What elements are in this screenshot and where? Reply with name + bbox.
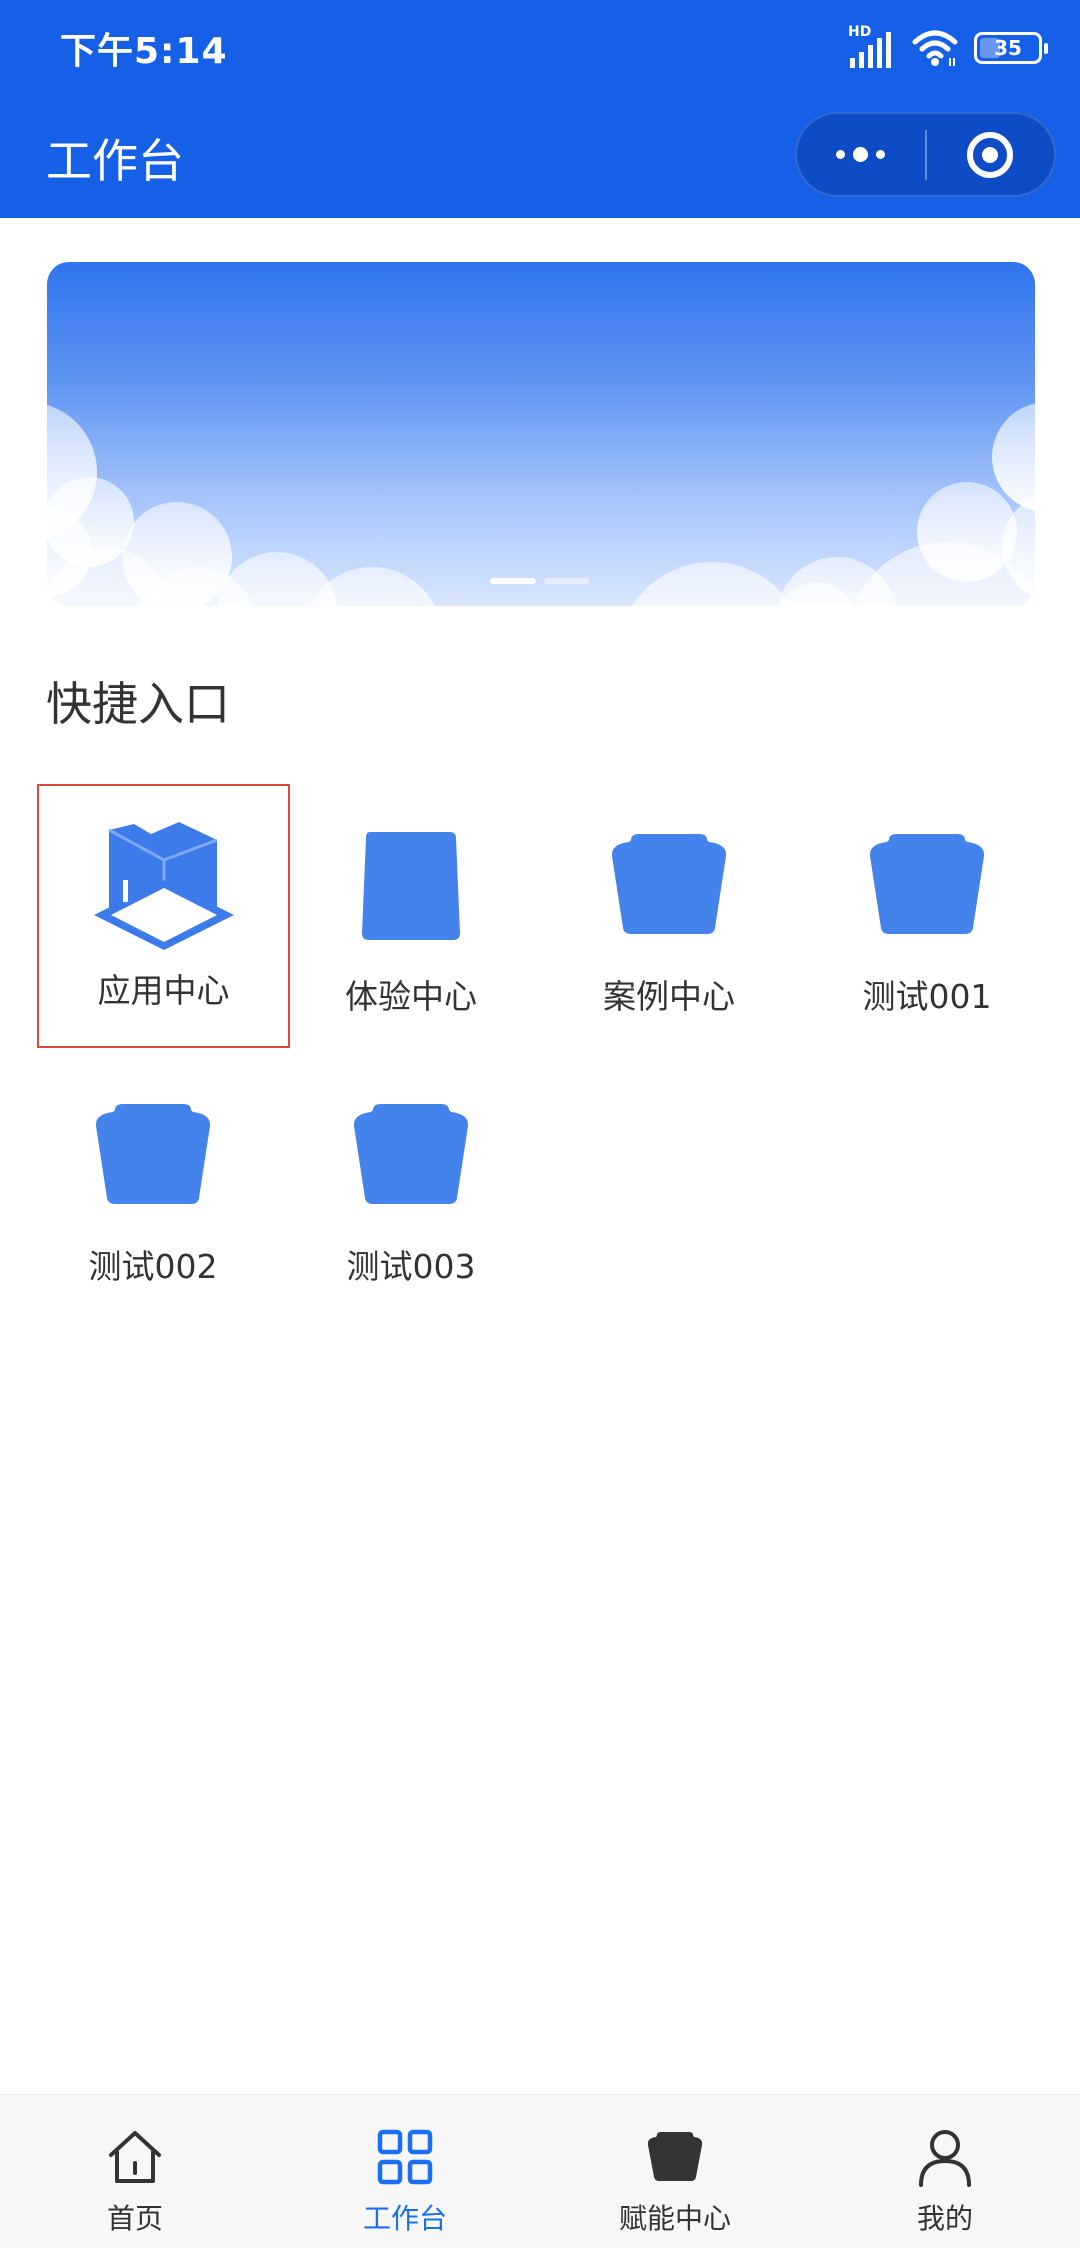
folder-icon (847, 820, 1007, 950)
entry-label: 测试003 (346, 1247, 476, 1286)
app-center-icon (84, 821, 244, 952)
entry-label: 测试001 (862, 977, 992, 1016)
status-icons: HD 35 (848, 24, 1048, 70)
tab-label: 赋能中心 (618, 2202, 731, 2235)
tab-mine[interactable]: 我的 (810, 2095, 1080, 2248)
entry-label: 案例中心 (603, 977, 735, 1016)
carousel-dot[interactable] (490, 578, 536, 584)
wifi-icon (912, 30, 958, 66)
entry-app-center[interactable]: 应用中心 (37, 784, 290, 1048)
banner-carousel[interactable] (47, 262, 1035, 606)
quick-entry-title: 快捷入口 (46, 677, 230, 731)
folder-icon (331, 820, 491, 950)
tab-empower-center[interactable]: 赋能中心 (540, 2095, 810, 2248)
tab-workbench[interactable]: 工作台 (270, 2095, 540, 2248)
battery-icon: 35 (974, 32, 1048, 64)
more-dots-icon (836, 147, 886, 162)
page-title: 工作台 (46, 134, 184, 188)
entry-label: 测试002 (88, 1247, 218, 1286)
close-target-icon (967, 131, 1014, 178)
folder-icon (331, 1090, 491, 1220)
empower-folder-icon (643, 2125, 707, 2189)
entry-label: 体验中心 (345, 977, 477, 1016)
entry-experience-center[interactable]: 体验中心 (301, 820, 521, 1020)
close-button[interactable] (927, 114, 1055, 195)
home-icon (103, 2125, 167, 2189)
nav-bar: 工作台 (0, 95, 1080, 218)
carousel-dot[interactable] (544, 578, 590, 584)
mini-program-capsule (795, 112, 1056, 197)
more-button[interactable] (797, 114, 925, 195)
grid-icon (373, 2125, 437, 2189)
carousel-indicator (490, 578, 590, 584)
folder-icon (589, 820, 749, 950)
status-time: 下午5:14 (60, 31, 228, 72)
entry-test-003[interactable]: 测试003 (301, 1090, 521, 1290)
battery-level: 35 (994, 36, 1022, 60)
user-icon (913, 2125, 977, 2189)
tab-label: 工作台 (362, 2202, 447, 2235)
status-bar: 下午5:14 HD 35 (0, 0, 1080, 95)
entry-case-center[interactable]: 案例中心 (559, 820, 779, 1020)
entry-label: 应用中心 (97, 971, 230, 1010)
folder-icon (73, 1090, 233, 1220)
entry-test-001[interactable]: 测试001 (817, 820, 1037, 1020)
tab-label: 我的 (916, 2202, 973, 2235)
signal-icon: HD (848, 24, 896, 68)
cloud-illustration (47, 403, 1035, 606)
entry-test-002[interactable]: 测试002 (43, 1090, 263, 1290)
tab-label: 首页 (106, 2202, 163, 2235)
tab-home[interactable]: 首页 (0, 2095, 270, 2248)
tab-bar: 首页 工作台 赋能中心 我的 (0, 2094, 1080, 2248)
